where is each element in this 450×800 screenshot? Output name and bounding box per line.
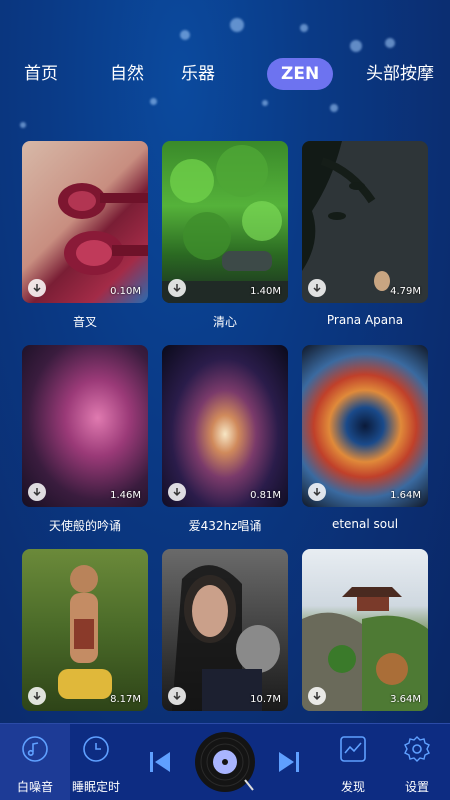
gear-icon: [404, 736, 430, 762]
bokeh-light: [300, 24, 308, 32]
singer-microphone-image: [172, 565, 280, 711]
tab-nature[interactable]: 自然: [110, 58, 144, 90]
yoga-woman-image: [58, 565, 112, 699]
sound-card[interactable]: 1.40M 清心: [162, 141, 288, 329]
temple-cliff-image: [302, 587, 428, 711]
download-icon[interactable]: [168, 279, 186, 297]
sound-thumbnail: 1.46M: [22, 345, 148, 507]
nav-label: 发现: [340, 780, 365, 794]
nav-sleep-timer[interactable]: 睡眠定时: [61, 724, 131, 800]
sound-thumbnail: 1.40M: [162, 141, 288, 303]
nav-label: 设置: [404, 780, 429, 794]
bokeh-light: [385, 38, 395, 48]
sound-thumbnail: 10.7M: [162, 549, 288, 711]
sound-name: 天使般的吟诵: [48, 519, 121, 533]
file-size: 0.81M: [250, 490, 281, 501]
bokeh-light: [20, 122, 26, 128]
sound-thumbnail: 0.81M: [162, 345, 288, 507]
sound-thumbnail: 1.64M: [302, 345, 428, 507]
sound-name: Prana Apana: [326, 313, 404, 327]
tab-zen[interactable]: ZEN: [267, 58, 334, 90]
bokeh-light: [150, 98, 157, 105]
download-icon[interactable]: [308, 279, 326, 297]
file-size: 1.64M: [390, 490, 421, 501]
download-icon[interactable]: [308, 687, 326, 705]
nav-label: 白噪音: [16, 780, 53, 794]
tab-head-massage[interactable]: 头部按摩: [366, 58, 434, 90]
sound-card[interactable]: 0.10M 音叉: [22, 141, 148, 329]
bokeh-light: [262, 100, 268, 106]
sound-thumbnail: 3.64M: [302, 549, 428, 711]
file-size: 8.17M: [110, 694, 141, 705]
download-icon[interactable]: [28, 483, 46, 501]
maple-leaves-image: [162, 145, 288, 303]
file-size: 1.40M: [250, 286, 281, 297]
next-track-icon[interactable]: [277, 750, 301, 774]
previous-track-icon[interactable]: [148, 750, 172, 774]
nav-discover[interactable]: 发现: [318, 724, 388, 800]
category-tabs: 首页 自然 乐器 ZEN 头部按摩: [0, 58, 450, 90]
chart-icon: [340, 736, 366, 762]
leaf-silhouette-image: [302, 141, 390, 291]
file-size: 3.64M: [390, 694, 421, 705]
sound-thumbnail: 4.79M: [302, 141, 428, 303]
download-icon[interactable]: [28, 279, 46, 297]
nav-label: 睡眠定时: [71, 780, 120, 794]
music-note-icon: [22, 736, 48, 762]
bottom-nav-bar: 白噪音 睡眠定时 发现 设置: [0, 723, 450, 800]
sound-name: 音叉: [72, 315, 97, 329]
tab-instruments[interactable]: 乐器: [181, 58, 215, 90]
sound-card[interactable]: 3.64M: [302, 549, 428, 711]
sound-card[interactable]: 8.17M: [22, 549, 148, 711]
nav-white-noise[interactable]: 白噪音: [0, 724, 70, 800]
file-size: 0.10M: [110, 286, 141, 297]
bokeh-light: [180, 30, 190, 40]
sound-card[interactable]: 1.64M etenal soul: [302, 345, 428, 531]
download-icon[interactable]: [308, 483, 326, 501]
download-icon[interactable]: [28, 687, 46, 705]
file-size: 10.7M: [250, 694, 281, 705]
sound-thumbnail: 0.10M: [22, 141, 148, 303]
sound-card[interactable]: 10.7M: [162, 549, 288, 711]
clock-icon: [83, 736, 109, 762]
vinyl-play-button[interactable]: [193, 730, 259, 796]
file-size: 4.79M: [390, 286, 421, 297]
nav-settings[interactable]: 设置: [382, 724, 450, 800]
bokeh-light: [330, 104, 338, 112]
sound-name: 清心: [212, 315, 237, 329]
tuning-fork-image: [58, 183, 148, 275]
bokeh-light: [350, 40, 362, 52]
sound-name: etenal soul: [331, 517, 399, 531]
download-icon[interactable]: [168, 483, 186, 501]
sound-thumbnail: 8.17M: [22, 549, 148, 711]
sound-card[interactable]: 0.81M 爱432hz唱诵: [162, 345, 288, 533]
bokeh-light: [230, 18, 244, 32]
download-icon[interactable]: [168, 687, 186, 705]
sound-card[interactable]: 1.46M 天使般的吟诵: [22, 345, 148, 533]
sound-name: 爱432hz唱诵: [188, 519, 262, 533]
sound-card[interactable]: 4.79M Prana Apana: [302, 141, 428, 327]
tab-home[interactable]: 首页: [24, 58, 58, 90]
file-size: 1.46M: [110, 490, 141, 501]
